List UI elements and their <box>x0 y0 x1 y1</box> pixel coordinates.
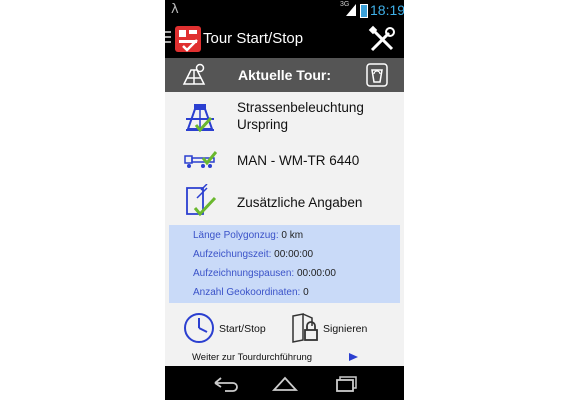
battery-icon <box>360 4 368 18</box>
length-value: 0 km <box>281 230 304 241</box>
list-item-tour[interactable]: Strassenbeleuchtung Urspring <box>165 96 404 140</box>
drawer-icon[interactable] <box>165 31 171 46</box>
recording-pause-value: 00:00:00 <box>296 268 336 279</box>
tour-name-line2: Urspring <box>237 117 289 132</box>
lambda-icon: λ <box>171 2 179 17</box>
sign-button[interactable]: Signieren <box>323 323 367 335</box>
geo-coords-value: 0 <box>303 287 309 298</box>
geo-coords-label: Anzahl Geokoordinaten: <box>193 287 301 298</box>
list-item-vehicle[interactable]: MAN - WM-TR 6440 <box>165 142 404 178</box>
play-arrow-icon[interactable] <box>349 353 358 361</box>
document-check-icon <box>186 184 217 217</box>
clock: 18:19 <box>370 2 404 18</box>
continue-row[interactable]: Weiter zur Tourdurchführung <box>165 349 404 365</box>
recording-time-label: Aufzeichungszeit: <box>193 249 272 260</box>
recent-apps-icon[interactable] <box>331 373 359 393</box>
phone-screen: λ 3G 18:19 Tour Start/Stop Aktuelle Tour… <box>165 0 404 400</box>
signal-icon <box>346 4 356 16</box>
home-icon[interactable] <box>271 373 299 393</box>
recording-pause-label: Aufzeichnungspausen: <box>193 268 295 279</box>
current-tour-bar: Aktuelle Tour: <box>165 58 404 92</box>
app-logo-icon[interactable] <box>175 26 201 52</box>
stopwatch-icon[interactable] <box>183 312 215 344</box>
truck-check-icon <box>184 151 217 168</box>
action-bar: Tour Start/Stop <box>165 21 404 58</box>
list-item-additional-info[interactable]: Zusätzliche Angaben <box>165 182 404 222</box>
additional-info-label: Zusätzliche Angaben <box>237 195 363 210</box>
screen-title: Tour Start/Stop <box>203 30 304 47</box>
actions-row: Start/Stop Signieren <box>165 309 404 347</box>
status-bar: λ 3G 18:19 <box>165 0 404 21</box>
length-label: Länge Polygonzug: <box>193 230 279 241</box>
vehicle-label: MAN - WM-TR 6440 <box>237 153 360 168</box>
tools-icon[interactable] <box>367 25 397 55</box>
road-sign-check-icon <box>186 104 214 133</box>
continue-label[interactable]: Weiter zur Tourdurchführung <box>192 352 312 363</box>
trash-icon[interactable] <box>366 63 388 87</box>
tour-info-panel: Länge Polygonzug: 0 km Aufzeichungszeit:… <box>169 225 400 303</box>
system-nav-bar <box>165 366 404 400</box>
back-icon[interactable] <box>211 373 239 393</box>
tour-name-line1: Strassenbeleuchtung <box>237 100 364 115</box>
sign-lock-icon[interactable] <box>290 312 320 344</box>
start-stop-button[interactable]: Start/Stop <box>219 323 266 335</box>
recording-time-value: 00:00:00 <box>274 249 314 260</box>
